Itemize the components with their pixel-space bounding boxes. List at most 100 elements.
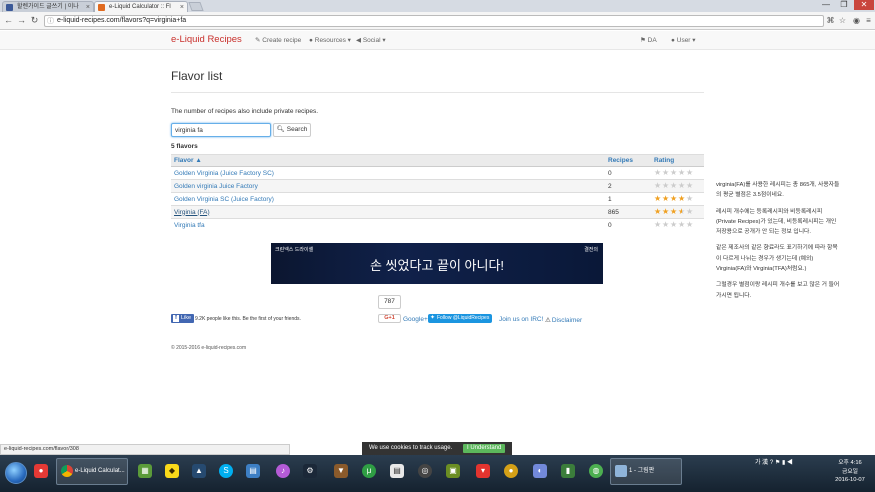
site-brand[interactable]: e-Liquid Recipes bbox=[171, 34, 242, 45]
star-rating: ★★★★★ bbox=[654, 220, 694, 229]
ime-status[interactable]: 가 漢 bbox=[755, 460, 768, 466]
social-menu[interactable]: ◀ Social ▾ bbox=[356, 36, 386, 44]
start-button[interactable] bbox=[5, 462, 27, 484]
twitter-follow-button[interactable]: ✦ Follow @LiquidRecipes bbox=[428, 314, 493, 323]
taskbar-app[interactable]: ▾ bbox=[474, 460, 492, 482]
translate-icon[interactable]: ⌘ bbox=[826, 16, 835, 25]
flavor-link[interactable]: Golden Virginia (Juice Factory SC) bbox=[174, 170, 274, 177]
reload-icon[interactable]: ↻ bbox=[29, 15, 40, 26]
network-icon[interactable]: ▮ bbox=[782, 460, 785, 466]
taskbar-chrome-window[interactable]: e-Liquid Calculat... bbox=[56, 458, 128, 485]
taskbar-app[interactable]: S bbox=[217, 460, 235, 482]
browser-tab-blog[interactable]: 할렌가이드 글쓰기 | 이나 × bbox=[2, 1, 94, 12]
taskbar-app[interactable]: ▼ bbox=[332, 460, 350, 482]
google-plus-one-button[interactable]: G+1 bbox=[378, 314, 401, 323]
user-icon: ● bbox=[671, 37, 675, 44]
star-full-icon: ★ bbox=[678, 194, 686, 203]
address-bar[interactable]: ⓘ e-liquid-recipes.com/flavors?q=virgini… bbox=[44, 15, 824, 27]
extension-icon[interactable]: ◉ bbox=[852, 16, 861, 25]
system-tray: 가 漢 ? ⚑ ▮ ◀ bbox=[755, 457, 793, 466]
taskbar-app[interactable]: ♪ bbox=[274, 460, 292, 482]
recipes-column-header[interactable]: Recipes bbox=[605, 154, 651, 167]
ad-banner[interactable]: 크린넥스 드라이셀 결전의 손 씻었다고 끝이 아니다! bbox=[271, 243, 603, 284]
irc-link[interactable]: Join us on IRC! bbox=[499, 316, 543, 323]
flag-icon[interactable]: ⚑ bbox=[775, 460, 780, 466]
taskbar-app[interactable]: ● bbox=[502, 460, 520, 482]
browser-tab-strip: 할렌가이드 글쓰기 | 이나 × e-Liquid Calculator :: … bbox=[0, 0, 875, 12]
cookie-accept-button[interactable]: I Understand bbox=[463, 444, 506, 453]
create-recipe-link[interactable]: ✎ Create recipe bbox=[255, 36, 301, 44]
close-tab-icon[interactable]: × bbox=[86, 2, 90, 12]
system-clock[interactable]: 오후 4:16 금요일 2016-10-07 bbox=[828, 459, 872, 485]
bookmark-star-icon[interactable]: ☆ bbox=[838, 16, 847, 25]
star-rating: ★★★★★ bbox=[654, 168, 694, 177]
taskbar-app[interactable]: ⚙ bbox=[301, 460, 319, 482]
share-counter: 787 bbox=[378, 295, 401, 309]
maximize-button[interactable]: ❐ bbox=[836, 0, 852, 10]
flavor-column-header[interactable]: Flavor ▲ bbox=[171, 154, 605, 167]
taskbar-app[interactable]: ▦ bbox=[136, 460, 154, 482]
close-tab-icon[interactable]: × bbox=[180, 2, 184, 12]
search-icon: 🔍︎ bbox=[276, 126, 285, 133]
star-empty-icon: ★ bbox=[670, 168, 678, 177]
flavor-table: Flavor ▲ Recipes Rating Golden Virginia … bbox=[171, 154, 704, 232]
taskbar-paint-window[interactable]: 1 - 그림판 bbox=[610, 458, 682, 485]
pencil-icon: ✎ bbox=[255, 37, 261, 44]
steam-icon: ⚙ bbox=[303, 464, 317, 478]
flavor-search-input[interactable] bbox=[171, 123, 271, 137]
chrome-window-label: e-Liquid Calculat... bbox=[75, 468, 125, 474]
flavor-name-cell: Golden Virginia SC (Juice Factory) bbox=[171, 192, 605, 206]
star-empty-icon: ★ bbox=[686, 220, 694, 230]
paint-icon bbox=[615, 465, 627, 477]
new-tab-button[interactable] bbox=[188, 2, 204, 11]
side-note-paragraph: 같은 제조사의 같은 향료라도 표기하기에 따라 항목이 다르게 나뉘는 경우가… bbox=[716, 245, 838, 273]
taskbar-app[interactable]: ◎ bbox=[416, 460, 434, 482]
forward-arrow-icon[interactable]: → bbox=[16, 15, 27, 26]
volume-icon[interactable]: ◀ bbox=[787, 460, 793, 466]
close-window-button[interactable]: ✕ bbox=[854, 0, 874, 10]
caret-down-icon: ▾ bbox=[347, 37, 351, 44]
utorrent-icon: μ bbox=[362, 464, 376, 478]
user-menu[interactable]: ● User ▾ bbox=[671, 36, 696, 44]
flag-icon: ⚑ bbox=[640, 37, 646, 44]
rating-column-header[interactable]: Rating bbox=[651, 154, 704, 167]
flavor-link[interactable]: Virginia tfa bbox=[174, 222, 205, 229]
back-arrow-icon[interactable]: ← bbox=[3, 15, 14, 26]
flavor-link[interactable]: Golden virginia Juice Factory bbox=[174, 183, 258, 190]
taskbar-app[interactable]: ◐ bbox=[531, 460, 549, 482]
minimize-button[interactable]: — bbox=[818, 0, 834, 10]
google-plus-link[interactable]: Google+ bbox=[403, 316, 428, 323]
taskbar-app[interactable]: ◍ bbox=[587, 460, 605, 482]
taskbar-app[interactable]: ◆ bbox=[163, 460, 181, 482]
taskbar-app[interactable]: ▤ bbox=[244, 460, 262, 482]
taskbar-app[interactable]: ▮ bbox=[559, 460, 577, 482]
flavor-count: 5 flavors bbox=[171, 143, 198, 150]
twitter-follow-label: Follow @LiquidRecipes bbox=[437, 315, 490, 321]
menu-icon[interactable]: ≡ bbox=[864, 16, 873, 25]
flavor-link[interactable]: Virginia (FA) bbox=[174, 209, 210, 216]
star-full-icon: ★ bbox=[670, 207, 678, 216]
taskbar-app[interactable]: ● bbox=[32, 460, 50, 482]
taskbar-app[interactable]: ▣ bbox=[444, 460, 462, 482]
recipe-count-cell: 0 bbox=[605, 218, 651, 232]
taskbar-app[interactable]: ▤ bbox=[388, 460, 406, 482]
taskbar-app[interactable]: ▲ bbox=[190, 460, 208, 482]
star-empty-icon: ★ bbox=[662, 181, 670, 190]
ad-tag: 결전의 bbox=[584, 247, 598, 253]
browser-tab-eliquid[interactable]: e-Liquid Calculator :: Fl × bbox=[94, 1, 188, 12]
language-menu[interactable]: ⚑ DA bbox=[640, 36, 657, 44]
star-full-icon: ★ bbox=[654, 207, 662, 216]
page-info-icon[interactable]: ⓘ bbox=[47, 17, 54, 27]
flavor-link[interactable]: Golden Virginia SC (Juice Factory) bbox=[174, 196, 274, 203]
star-empty-icon: ★ bbox=[662, 220, 670, 230]
help-icon[interactable]: ? bbox=[770, 460, 773, 466]
recipe-count-cell: 2 bbox=[605, 179, 651, 193]
book-icon: ▮ bbox=[561, 464, 575, 478]
search-button[interactable]: 🔍︎ Search bbox=[273, 123, 311, 137]
resources-menu[interactable]: ● Resources ▾ bbox=[309, 36, 351, 44]
disclaimer-link[interactable]: ⚠Disclaimer bbox=[545, 316, 582, 324]
pocket-icon: ▾ bbox=[476, 464, 490, 478]
clock-date: 2016-10-07 bbox=[835, 477, 865, 483]
facebook-like-button[interactable]: f Like bbox=[171, 314, 195, 323]
taskbar-app[interactable]: μ bbox=[360, 460, 378, 482]
